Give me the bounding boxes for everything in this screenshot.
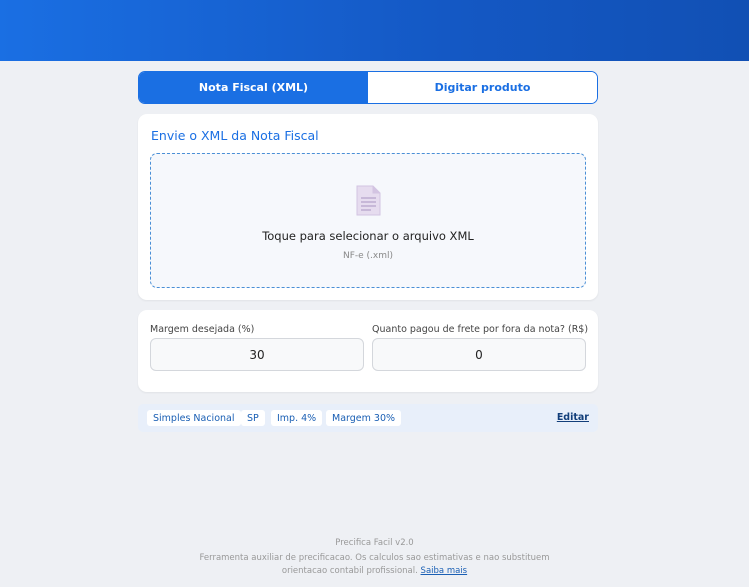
- margin-label: Margem desejada (%): [150, 324, 255, 335]
- xml-dropzone[interactable]: Toque para selecionar o arquivo XML NF-e…: [150, 153, 586, 288]
- settings-summary: Simples Nacional SP Imp. 4% Margem 30% E…: [138, 404, 598, 432]
- freight-label: Quanto pagou de frete por fora da nota? …: [372, 324, 589, 335]
- learn-more-link[interactable]: Saiba mais: [421, 566, 468, 576]
- upload-card: Envie o XML da Nota Fiscal Toque para se…: [138, 114, 598, 300]
- freight-input[interactable]: [372, 338, 586, 371]
- chip-regime: Simples Nacional: [147, 410, 241, 426]
- app-version: Precifica Facil v2.0: [335, 538, 414, 548]
- tab-digitar-produto[interactable]: Digitar produto: [368, 72, 597, 103]
- tab-nota-fiscal-xml[interactable]: Nota Fiscal (XML): [139, 72, 368, 103]
- edit-link[interactable]: Editar: [557, 412, 589, 423]
- margin-input[interactable]: [150, 338, 364, 371]
- footer: Precifica Facil v2.0 Ferramenta auxiliar…: [0, 537, 749, 578]
- mode-tabs: Nota Fiscal (XML) Digitar produto: [138, 71, 598, 104]
- disclaimer-line-2-wrap: orientacao contabil profissional. Saiba …: [0, 565, 749, 578]
- upload-title: Envie o XML da Nota Fiscal: [151, 128, 319, 143]
- disclaimer-line-1: Ferramenta auxiliar de precificacao. Os …: [199, 553, 550, 563]
- dropzone-hint: NF-e (.xml): [342, 251, 394, 261]
- settings-card: Margem desejada (%) Quanto pagou de fret…: [138, 310, 598, 392]
- document-icon: [356, 185, 381, 216]
- top-header-bar: [0, 0, 749, 61]
- chip-tax: Imp. 4%: [271, 410, 323, 426]
- disclaimer-line-2: orientacao contabil profissional.: [281, 566, 418, 576]
- chip-state: SP: [241, 410, 265, 426]
- chip-margin: Margem 30%: [326, 410, 402, 426]
- dropzone-label: Toque para selecionar o arquivo XML: [262, 229, 474, 243]
